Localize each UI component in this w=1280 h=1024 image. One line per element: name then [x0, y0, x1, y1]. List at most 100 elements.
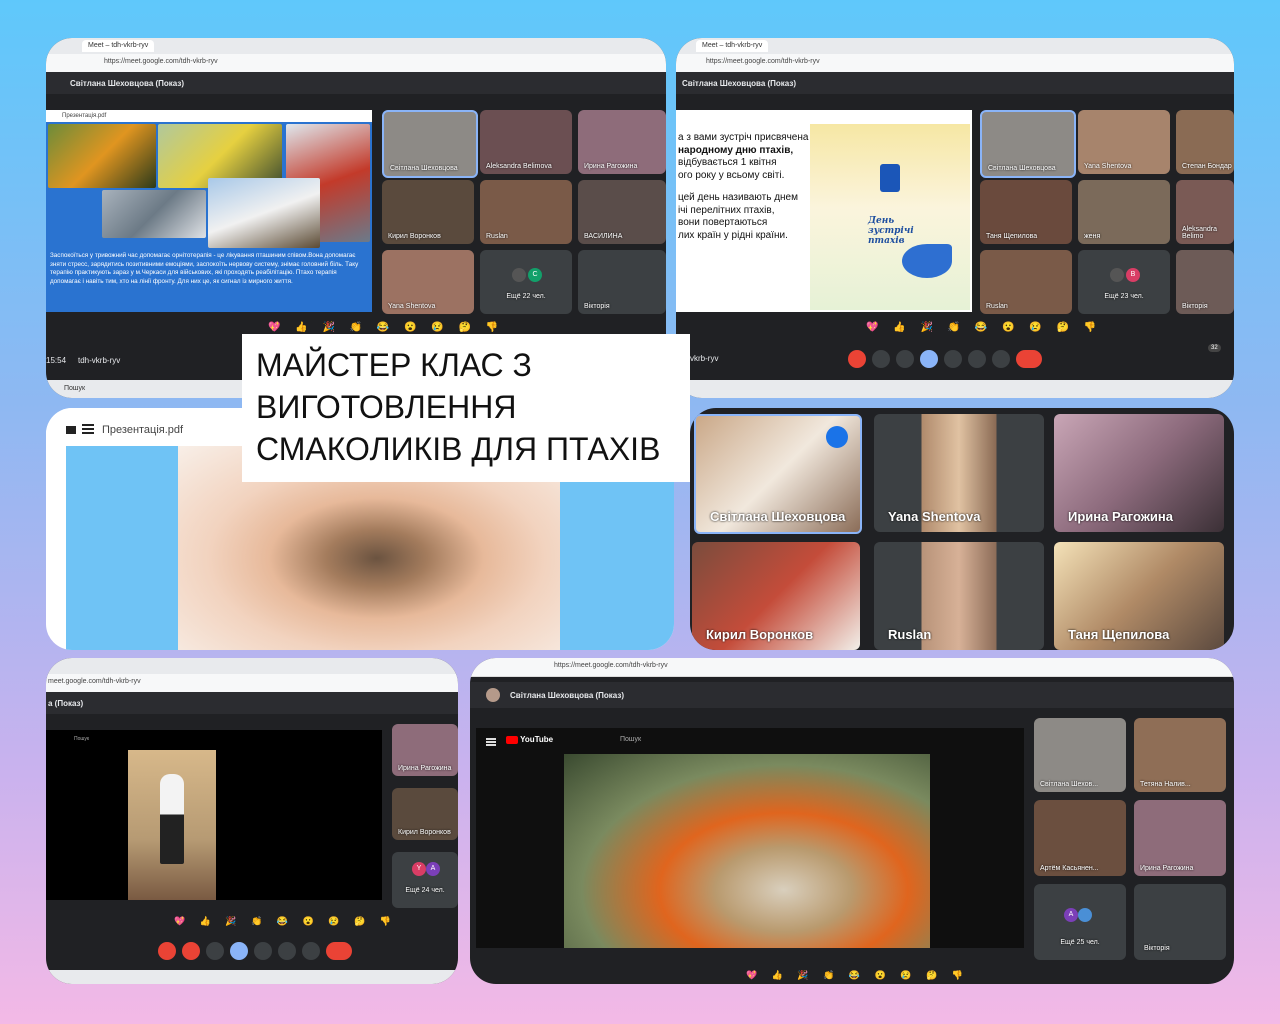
- menu-icon[interactable]: [486, 738, 496, 740]
- emoji-button[interactable]: [920, 350, 938, 368]
- participant-tile[interactable]: Ирина Рагожина: [392, 724, 458, 776]
- bird-photo-pigeon: [102, 190, 206, 238]
- address-bar[interactable]: meet.google.com/tdh-vkrb-ryv: [46, 674, 458, 693]
- reaction-bar[interactable]: 💖 👍 🎉 👏 😂 😮 😢 🤔 👎: [174, 916, 397, 927]
- browser-tabbar: Meet – tdh-vkrb-ryv: [676, 38, 1234, 54]
- participant-tile[interactable]: Степан Бондар: [1176, 110, 1234, 174]
- browser-tabbar: Meet – tdh-vkrb-ryv: [46, 38, 666, 54]
- title-line: СМАКОЛИКІВ ДЛЯ ПТАХІВ: [256, 431, 661, 467]
- menu-icon[interactable]: [82, 424, 94, 426]
- slide-line: цей день називають днем: [678, 192, 798, 203]
- more-participants-tile[interactable]: A Ещё 25 чел.: [1034, 884, 1126, 960]
- more-options-icon[interactable]: [826, 426, 848, 448]
- raise-hand-button[interactable]: [968, 350, 986, 368]
- bird-photo-oriole: [48, 124, 156, 188]
- url-text: https://meet.google.com/tdh-vkrb-ryv: [554, 662, 668, 669]
- yt-search[interactable]: Пошук: [74, 736, 89, 742]
- slide-line: відбувається 1 квітня: [678, 157, 777, 168]
- mic-off-button[interactable]: [158, 942, 176, 960]
- browser-tab[interactable]: Meet – tdh-vkrb-ryv: [82, 40, 155, 52]
- participant-tile[interactable]: Артём Касьянен...: [1034, 800, 1126, 876]
- bird-photo-stork: [208, 178, 320, 248]
- more-participants-tile[interactable]: Y A Ещё 24 чел.: [392, 852, 458, 908]
- more-options-button[interactable]: [302, 942, 320, 960]
- title-card: МАЙСТЕР КЛАС З ВИГОТОВЛЕННЯ СМАКОЛИКІВ Д…: [242, 334, 690, 482]
- captions-button[interactable]: [896, 350, 914, 368]
- youtube-frame: YouTube Пошук: [476, 728, 1024, 948]
- participant-tile[interactable]: Yana Shentova: [874, 414, 1044, 532]
- participant-tile[interactable]: Вікторія: [1134, 884, 1226, 960]
- reaction-bar[interactable]: 💖 👍 🎉 👏 😂 😮 😢 🤔 👎: [866, 322, 1102, 333]
- avatar: [486, 688, 500, 702]
- doc-title: Презентація.pdf: [102, 424, 184, 436]
- participant-tile[interactable]: Ruslan: [874, 542, 1044, 650]
- more-participants-tile[interactable]: C Ещё 22 чел.: [480, 250, 572, 314]
- presenter-bar: а (Показ): [46, 692, 458, 714]
- yt-search[interactable]: Пошук: [620, 736, 641, 743]
- slide-line: народному дню птахів,: [678, 144, 794, 156]
- participant-tile[interactable]: Ирина Рагожина: [578, 110, 666, 174]
- mic-off-button[interactable]: [848, 350, 866, 368]
- participant-tile[interactable]: Вікторія: [1176, 250, 1234, 314]
- present-button[interactable]: [944, 350, 962, 368]
- address-bar[interactable]: https://meet.google.com/tdh-vkrb-ryv: [46, 54, 666, 73]
- call-controls: [848, 350, 1042, 368]
- avatar: [1110, 268, 1124, 282]
- presenter-bar: Світлана Шеховцова (Показ): [470, 682, 1234, 708]
- more-participants-tile[interactable]: B Ещё 23 чел.: [1078, 250, 1170, 314]
- participant-tile[interactable]: Ruslan: [980, 250, 1072, 314]
- participant-tile[interactable]: Таня Щепилова: [1054, 542, 1224, 650]
- url-text: https://meet.google.com/tdh-vkrb-ryv: [706, 58, 820, 65]
- participant-tile[interactable]: Yana Shentova: [382, 250, 474, 314]
- more-options-button[interactable]: [992, 350, 1010, 368]
- reaction-bar[interactable]: 💖 👍 🎉 👏 😂 😮 😢 🤔 👎: [268, 322, 504, 333]
- title-text: МАЙСТЕР КЛАС З ВИГОТОВЛЕННЯ СМАКОЛИКІВ Д…: [256, 344, 660, 470]
- end-call-button[interactable]: [1016, 350, 1042, 368]
- participant-tile[interactable]: Кирил Воронков: [382, 180, 474, 244]
- browser-tab[interactable]: Meet – tdh-vkrb-ryv: [696, 40, 769, 52]
- camera-button[interactable]: [872, 350, 890, 368]
- participant-tile[interactable]: Світлана Шеховцова: [382, 110, 478, 178]
- avatar: [1078, 908, 1092, 922]
- windows-taskbar: [46, 970, 458, 984]
- participant-tile[interactable]: Вікторія: [578, 250, 666, 314]
- avatar: Y: [412, 862, 426, 876]
- meeting-code: vkrb-ryv: [690, 354, 719, 363]
- camera-off-button[interactable]: [182, 942, 200, 960]
- raise-hand-button[interactable]: [278, 942, 296, 960]
- participant-tile[interactable]: Кирил Воронков: [692, 542, 860, 650]
- participant-tile[interactable]: Ruslan: [480, 180, 572, 244]
- presenter-name: Світлана Шеховцова (Показ): [70, 79, 184, 88]
- participant-tile[interactable]: Світлана Шехов...: [1034, 718, 1126, 792]
- participant-tile[interactable]: женя: [1078, 180, 1170, 244]
- participant-tile[interactable]: Ирина Рагожина: [1134, 800, 1226, 876]
- participant-tile[interactable]: Тетяна Налив...: [1134, 718, 1226, 792]
- doc-title: Презентація.pdf: [46, 110, 372, 122]
- youtube-frame: Пошук: [46, 730, 382, 900]
- participant-tile[interactable]: Yana Shentova: [1078, 110, 1170, 174]
- end-call-button[interactable]: [326, 942, 352, 960]
- present-button[interactable]: [254, 942, 272, 960]
- participant-tile[interactable]: Aleksandra Belimo: [1176, 180, 1234, 244]
- title-line: МАЙСТЕР КЛАС З: [256, 347, 532, 383]
- participant-tile[interactable]: Aleksandra Belimova: [480, 110, 572, 174]
- participant-tile[interactable]: Таня Щепилова: [980, 180, 1072, 244]
- meeting-code: tdh-vkrb-ryv: [78, 356, 121, 365]
- participant-tile[interactable]: Світлана Шеховцова: [980, 110, 1076, 178]
- participant-tile[interactable]: Ирина Рагожина: [1054, 414, 1224, 532]
- address-bar[interactable]: https://meet.google.com/tdh-vkrb-ryv: [470, 658, 1234, 677]
- clock-text: 15:54: [46, 356, 67, 365]
- address-bar[interactable]: https://meet.google.com/tdh-vkrb-ryv: [676, 54, 1234, 73]
- captions-button[interactable]: [206, 942, 224, 960]
- youtube-logo: YouTube: [506, 735, 553, 744]
- participant-tile[interactable]: ВАСИЛИНА: [578, 180, 666, 244]
- title-line: ВИГОТОВЛЕННЯ: [256, 389, 517, 425]
- participant-tile[interactable]: Кирил Воронков: [392, 788, 458, 840]
- participant-tile[interactable]: Світлана Шеховцова: [694, 414, 862, 534]
- url-text: https://meet.google.com/tdh-vkrb-ryv: [104, 58, 218, 65]
- emoji-button[interactable]: [230, 942, 248, 960]
- url-text: meet.google.com/tdh-vkrb-ryv: [48, 678, 141, 685]
- presentation-window: Презентація.pdf Заспокоїться у тривожний…: [46, 110, 372, 312]
- taskbar-search[interactable]: Пошук: [64, 385, 85, 392]
- reaction-bar[interactable]: 💖 👍 🎉 👏 😂 😮 😢 🤔 👎: [746, 970, 969, 981]
